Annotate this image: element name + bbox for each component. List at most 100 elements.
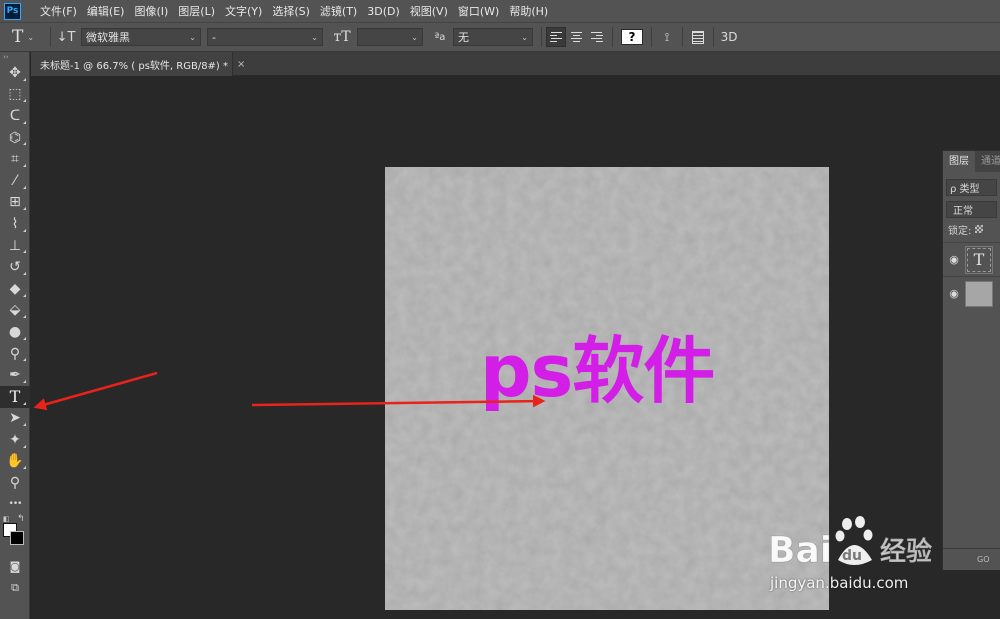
blur-tool-icon[interactable]: ● [0, 321, 30, 343]
quick-select-tool-icon[interactable]: ⌬ [0, 127, 30, 149]
history-brush-tool-icon[interactable]: ↺ [0, 256, 30, 278]
divider [713, 27, 714, 47]
3d-button[interactable]: 3D [718, 27, 740, 47]
text-layer-thumbnail-icon: T [965, 245, 993, 274]
screen-mode-icon[interactable]: ⧉ [0, 577, 30, 599]
color-swatches[interactable]: ◧ ↰ [0, 514, 30, 555]
menu-bar: Ps 文件(F) 编辑(E) 图像(I) 图层(L) 文字(Y) 选择(S) 滤… [0, 0, 1000, 22]
watermark-paw-letters: du [842, 548, 862, 564]
antialias-select[interactable]: 无 ⌄ [453, 28, 533, 46]
divider [50, 27, 51, 47]
watermark-brand: Bai [768, 530, 832, 571]
marquee-tool-icon[interactable]: ⬚ [0, 84, 30, 106]
font-style-value: - [212, 30, 216, 44]
text-orientation-icon[interactable]: ↓T [55, 26, 77, 48]
toolbar-grip-icon[interactable]: ›› [0, 52, 29, 62]
menu-edit[interactable]: 编辑(E) [82, 3, 130, 19]
swap-colors-icon[interactable]: ↰ [17, 514, 25, 524]
more-tools-icon[interactable]: ••• [0, 494, 30, 516]
eraser-tool-icon[interactable]: ◆ [0, 278, 30, 300]
background-color-swatch[interactable] [10, 531, 24, 546]
chevron-down-icon: ⌄ [411, 32, 418, 42]
document-canvas[interactable]: ps软件 [385, 167, 829, 610]
menu-file[interactable]: 文件(F) [35, 3, 82, 19]
layer-filter-select[interactable]: ρ 类型 [946, 179, 997, 196]
chevron-down-icon: ⌄ [311, 32, 318, 42]
default-colors-icon[interactable]: ◧ [3, 515, 10, 523]
canvas-text-layer[interactable]: ps软件 [480, 335, 715, 407]
photoshop-window: Ps 文件(F) 编辑(E) 图像(I) 图层(L) 文字(Y) 选择(S) 滤… [0, 0, 1000, 619]
brush-tool-icon[interactable]: ⌇ [0, 213, 30, 235]
antialias-value: 无 [458, 31, 469, 44]
font-family-value: 微软雅黑 [86, 31, 130, 44]
warp-text-icon[interactable]: ⟟ [656, 27, 678, 47]
chevron-down-icon: ⌄ [521, 32, 528, 42]
move-tool-icon[interactable]: ✥ [0, 62, 30, 84]
eyedropper-tool-icon[interactable]: ⁄ [0, 170, 30, 192]
blend-mode-select[interactable]: 正常 [946, 201, 997, 218]
menu-help[interactable]: 帮助(H) [504, 3, 553, 19]
crop-tool-icon[interactable]: ⌗ [0, 148, 30, 170]
tab-layers[interactable]: 图层 [943, 151, 975, 172]
align-left-button[interactable] [546, 27, 566, 47]
dodge-tool-icon[interactable]: ⚲ [0, 343, 30, 365]
align-center-button[interactable] [566, 27, 586, 47]
menu-window[interactable]: 窗口(W) [453, 3, 504, 19]
healing-tool-icon[interactable]: ⊞ [0, 192, 30, 214]
stamp-tool-icon[interactable]: ⊥ [0, 235, 30, 257]
layer-filter-label: ρ 类型 [950, 184, 980, 195]
tab-channels[interactable]: 通道 [975, 151, 1000, 172]
lock-row: 锁定: [948, 222, 1000, 236]
blend-mode-value: 正常 [953, 206, 973, 217]
character-panel-icon[interactable] [687, 27, 709, 47]
font-size-icon: ᴛT [333, 29, 351, 45]
document-tab[interactable]: 未标题-1 @ 66.7% ( ps软件, RGB/8#) * × [31, 52, 245, 76]
chevron-down-icon: ⌄ [27, 32, 35, 42]
close-icon[interactable]: × [237, 59, 245, 70]
divider [612, 27, 613, 47]
photoshop-logo-icon: Ps [4, 2, 21, 20]
font-family-select[interactable]: 微软雅黑 ⌄ [81, 28, 201, 46]
image-layer-thumbnail [965, 280, 993, 307]
watermark-url: jingyan.baidu.com [770, 574, 909, 592]
layer-item-background[interactable]: ◉ [943, 276, 1000, 310]
hand-tool-icon[interactable]: ✋ [0, 451, 30, 473]
align-right-button[interactable] [586, 27, 606, 47]
menu-filter[interactable]: 滤镜(T) [315, 3, 362, 19]
options-bar: T ⌄ ↓T 微软雅黑 ⌄ - ⌄ ᴛT ⌄ ªa 无 ⌄ ? ⟟ 3D [0, 22, 1000, 52]
quick-mask-icon[interactable]: ◙ [0, 555, 30, 577]
lock-label: 锁定: [948, 225, 972, 237]
menu-image[interactable]: 图像(I) [129, 3, 173, 19]
menu-3d[interactable]: 3D(D) [362, 5, 405, 18]
document-tab-bar: 未标题-1 @ 66.7% ( ps软件, RGB/8#) * × [31, 52, 1000, 76]
tool-preset-picker[interactable]: T ⌄ [0, 26, 46, 48]
baidu-jingyan-watermark-logo: Bai du 经验 [768, 516, 932, 571]
shape-tool-icon[interactable]: ✦ [0, 429, 30, 451]
menu-view[interactable]: 视图(V) [405, 3, 453, 19]
text-color-swatch[interactable]: ? [621, 29, 643, 45]
menu-type[interactable]: 文字(Y) [220, 3, 267, 19]
paint-bucket-tool-icon[interactable]: ⬙ [0, 300, 30, 322]
font-size-select[interactable]: ⌄ [357, 28, 423, 46]
menu-layer[interactable]: 图层(L) [173, 3, 220, 19]
eye-icon[interactable]: ◉ [943, 287, 965, 300]
zoom-tool-icon[interactable]: ⚲ [0, 472, 30, 494]
antialias-icon: ªa [434, 31, 446, 43]
link-layers-icon[interactable]: GO [977, 555, 990, 564]
menu-select[interactable]: 选择(S) [267, 3, 315, 19]
pen-tool-icon[interactable]: ✒ [0, 364, 30, 386]
divider [682, 27, 683, 47]
eye-icon[interactable]: ◉ [943, 253, 965, 266]
document-tab-title: 未标题-1 @ 66.7% ( ps软件, RGB/8#) * [40, 60, 229, 72]
layer-item-text[interactable]: ◉ T [943, 242, 1000, 276]
lock-transparency-icon[interactable] [975, 225, 984, 233]
path-select-tool-icon[interactable]: ➤ [0, 408, 30, 430]
font-style-select[interactable]: - ⌄ [207, 28, 323, 46]
type-tool-icon[interactable]: T [0, 385, 30, 408]
watermark-brand-suffix: 经验 [880, 536, 932, 567]
chevron-down-icon: ⌄ [189, 32, 196, 42]
layers-panel-tabs: 图层 通道 [943, 151, 1000, 172]
type-tool-icon: T [11, 27, 24, 47]
divider [651, 27, 652, 47]
lasso-tool-icon[interactable]: ᑕ [0, 105, 30, 127]
